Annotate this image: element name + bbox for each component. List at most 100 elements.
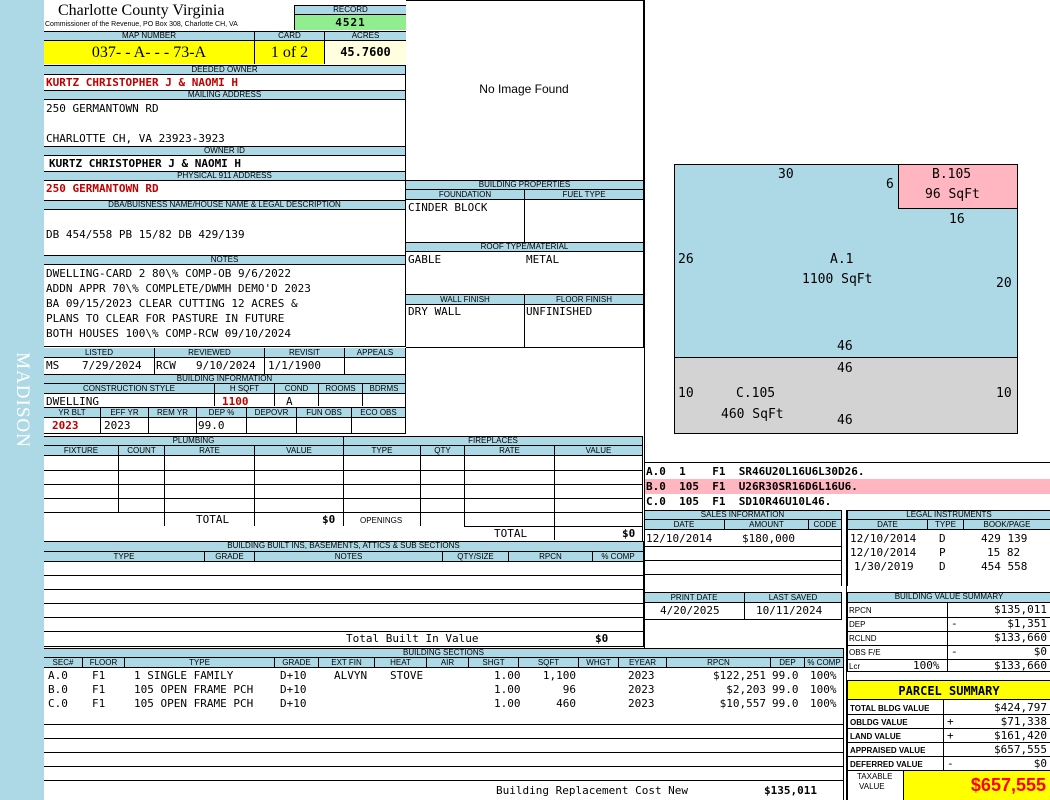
area-b-label: B.105	[932, 167, 972, 182]
sec-rpcn: $10,557	[719, 697, 766, 710]
dim-a-top: 30	[778, 167, 794, 182]
wall-finish-header: WALL FINISH	[406, 294, 524, 305]
district-label: MADISON	[12, 352, 33, 448]
sec-id: C.0	[48, 697, 68, 710]
fireplaces-header: FIREPLACES	[344, 436, 642, 446]
yr-blt-header: YR BLT	[44, 407, 100, 418]
dim-c-left: 10	[678, 386, 694, 401]
sec-extfin: ALVYN	[334, 669, 368, 682]
openings-label: OPENINGS	[360, 516, 403, 525]
cond-header: COND	[274, 384, 318, 394]
listed-header: LISTED	[44, 348, 154, 358]
sec-dep: 99.0	[772, 697, 799, 710]
col-whgt-header: WHGT	[578, 658, 618, 668]
sec-rpcn: $2,203	[726, 683, 766, 696]
sec-comp: 100%	[810, 683, 837, 696]
foundation-header: FOUNDATION	[406, 190, 524, 200]
note-line: ADDN APPR 70\% COMPLETE/DWMH DEMO'D 2023	[46, 282, 311, 295]
appeals-header: APPEALS	[344, 348, 405, 358]
li-type: D	[939, 532, 946, 545]
building-properties-block: BUILDING PROPERTIES FOUNDATION FUEL TYPE…	[406, 180, 644, 348]
owner-id: KURTZ CHRISTOPHER J & NAOMI H	[49, 157, 242, 170]
bdrms-header: BDRMS	[362, 384, 405, 394]
sec-eyear: 2023	[628, 683, 655, 696]
mailing-address-header: MAILING ADDRESS	[44, 90, 405, 100]
fireplaces-block: FIREPLACES TYPE QTY RATE VALUE OPENINGS …	[344, 436, 643, 541]
sec-sqft: 1,100	[542, 669, 576, 682]
ps-sign: +	[947, 715, 954, 728]
dim-c-bottom: 46	[837, 413, 853, 428]
rooms-header: ROOMS	[318, 384, 362, 394]
fireplaces-total-label: TOTAL	[494, 527, 528, 540]
sec-floor: F1	[92, 683, 106, 696]
col-floor-header: FLOOR	[82, 658, 124, 668]
roof-type: GABLE	[408, 253, 442, 266]
roof-material: METAL	[526, 253, 560, 266]
listed-by: MS	[46, 359, 60, 372]
area-b-sqft: 96 SqFt	[925, 187, 980, 202]
area-c-label: C.105	[736, 386, 776, 401]
col-type-header: TYPE	[124, 658, 274, 668]
hsqft-header: H SQFT	[214, 384, 274, 394]
header-block: Charlotte County Virginia Commissioner o…	[44, 0, 406, 65]
building-information-block: BUILDING INFORMATION CONSTRUCTION STYLE …	[44, 374, 406, 434]
revisit-header: REVISIT	[264, 348, 344, 358]
physical-address: 250 GERMANTOWN RD	[46, 182, 159, 195]
col-eyear-header: EYEAR	[618, 658, 666, 668]
building-properties-header: BUILDING PROPERTIES	[406, 180, 643, 190]
note-line: PLANS TO CLEAR FOR PASTURE IN FUTURE	[46, 312, 285, 325]
eff-yr-header: EFF YR	[100, 407, 148, 418]
county-title: Charlotte County Virginia	[58, 2, 225, 19]
sec-heat: STOVE	[390, 669, 424, 682]
li-date: 12/10/2014	[850, 546, 917, 559]
sec-eyear: 2023	[628, 697, 655, 710]
col-rpcn-header: RPCN	[666, 658, 770, 668]
note-line: DWELLING-CARD 2 80\% COMP-OB 9/6/2022	[46, 267, 292, 280]
built-in-total-label: Total Built In Value	[346, 632, 479, 645]
acres-value: 45.7600	[324, 41, 406, 64]
taxable-label-1: TAXABLE	[857, 772, 893, 781]
li-date-header: DATE	[847, 520, 927, 530]
sec-dep: 99.0	[772, 669, 799, 682]
built-ins-block: BUILDING BUILT INS, BASEMENTS, ATTICS & …	[44, 541, 644, 647]
deeded-owner: KURTZ CHRISTOPHER J & NAOMI H	[46, 76, 239, 89]
dim-b-bottom: 16	[949, 212, 965, 227]
area-c-sqft: 460 SqFt	[721, 407, 784, 422]
bi-comp-header: % COMP	[592, 552, 643, 562]
plumbing-total-label: TOTAL	[196, 513, 230, 526]
bi-rpcn-header: RPCN	[508, 552, 592, 562]
li-book: 15 82	[987, 546, 1021, 559]
sec-comp: 100%	[810, 669, 837, 682]
built-ins-header: BUILDING BUILT INS, BASEMENTS, ATTICS & …	[44, 541, 643, 552]
area-a-label: A.1	[830, 252, 854, 267]
col-shgt-header: SHGT	[468, 658, 518, 668]
ps-value: $657,555	[994, 743, 1047, 756]
li-book-header: BOOK/PAGE	[963, 520, 1050, 530]
notes-block: NOTES DWELLING-CARD 2 80\% COMP-OB 9/6/2…	[44, 255, 406, 347]
col-sqft-header: SQFT	[518, 658, 578, 668]
depovr-header: DEPOVR	[246, 407, 296, 418]
legal-instruments-block: LEGAL INSTRUMENTS DATE TYPE BOOK/PAGE 12…	[847, 510, 1050, 586]
li-type: P	[939, 546, 946, 559]
ps-value: $424,797	[994, 701, 1047, 714]
record-value: 4521	[294, 15, 406, 30]
dba-header: DBA/BUISNESS NAME/HOUSE NAME & LEGAL DES…	[44, 200, 405, 210]
fuel-type-header: FUEL TYPE	[524, 190, 643, 200]
record-header: RECORD	[294, 5, 406, 15]
dep-header: DEP %	[196, 407, 246, 418]
col-heat-header: HEAT	[374, 658, 426, 668]
fixture-header: FIXTURE	[44, 446, 118, 456]
commissioner-line: Commissioner of the Revenue, PO Box 308,…	[45, 21, 238, 28]
bi-type-header: TYPE	[44, 552, 204, 562]
sec-type: 105 OPEN FRAME PCH	[134, 683, 254, 696]
owner-block: DEEDED OWNER KURTZ CHRISTOPHER J & NAOMI…	[44, 65, 406, 200]
last-saved-header: LAST SAVED	[744, 592, 841, 603]
district-sidebar: MADISON	[0, 0, 44, 800]
ps-sign: +	[947, 729, 954, 742]
fp-type-header: TYPE	[344, 446, 420, 456]
ps-value: $71,338	[1000, 715, 1047, 728]
vs-label: RCLND	[849, 634, 877, 643]
vs-value: $135,011	[994, 603, 1047, 616]
floor-finish: UNFINISHED	[526, 305, 593, 318]
sec-grade: D+10	[280, 669, 307, 682]
